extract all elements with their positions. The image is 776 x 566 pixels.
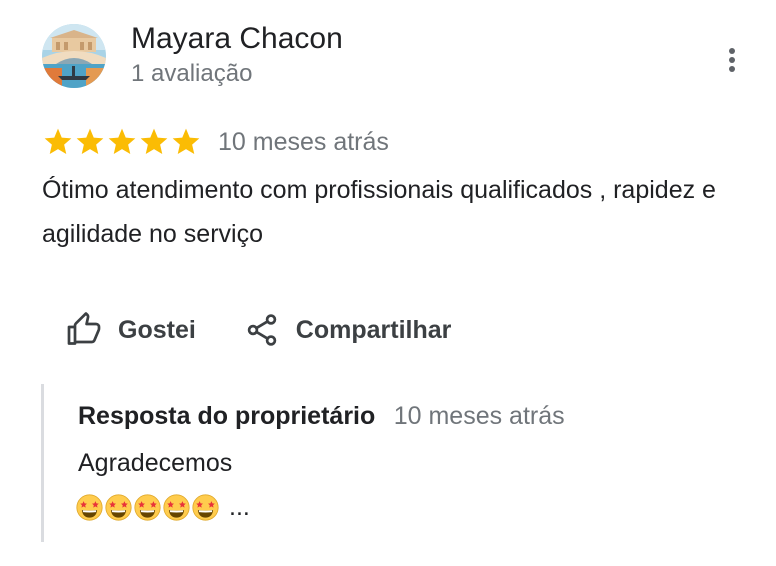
star-icon bbox=[76, 128, 104, 154]
star-struck-emoji-icon bbox=[192, 493, 219, 521]
owner-reply-header: Resposta do proprietário 10 meses atrás bbox=[78, 402, 565, 431]
more-vertical-icon bbox=[729, 48, 735, 72]
thumbs-up-icon bbox=[67, 312, 101, 345]
star-struck-emoji-icon bbox=[105, 493, 132, 521]
owner-reply: Resposta do proprietário 10 meses atrás … bbox=[41, 384, 724, 542]
owner-reply-emoji-line[interactable]: ... bbox=[76, 488, 250, 526]
review-actions: Gostei Compartilhar bbox=[42, 304, 475, 356]
star-struck-emoji-icon bbox=[76, 493, 103, 521]
like-label: Gostei bbox=[118, 315, 196, 344]
like-button[interactable]: Gostei bbox=[42, 304, 220, 356]
review-date: 10 meses atrás bbox=[218, 128, 389, 156]
star-icon bbox=[172, 128, 200, 154]
share-icon bbox=[247, 314, 277, 346]
author-name[interactable]: Mayara Chacon bbox=[131, 20, 343, 58]
review-card: Mayara Chacon 1 avaliação 10 meses atrás… bbox=[0, 0, 776, 566]
read-more-ellipsis[interactable]: ... bbox=[229, 493, 250, 522]
author-review-count[interactable]: 1 avaliação bbox=[131, 58, 252, 90]
star-struck-emoji-icon bbox=[163, 493, 190, 521]
more-options-button[interactable] bbox=[712, 36, 752, 84]
rating-row: 10 meses atrás bbox=[42, 124, 389, 160]
star-rating bbox=[42, 126, 202, 158]
share-label: Compartilhar bbox=[295, 315, 452, 344]
star-icon bbox=[108, 128, 136, 154]
star-icon bbox=[44, 128, 72, 154]
share-button[interactable]: Compartilhar bbox=[220, 304, 476, 356]
emoji-group bbox=[76, 493, 221, 521]
star-struck-emoji-icon bbox=[134, 493, 161, 521]
venice-bridge-photo-icon bbox=[42, 24, 106, 88]
star-icon bbox=[140, 128, 168, 154]
owner-reply-text: Agradecemos bbox=[78, 449, 233, 477]
owner-reply-title: Resposta do proprietário bbox=[78, 402, 376, 430]
review-text: Ótimo atendimento com profissionais qual… bbox=[42, 176, 716, 248]
author-avatar[interactable] bbox=[42, 24, 106, 88]
owner-reply-date: 10 meses atrás bbox=[393, 402, 565, 430]
